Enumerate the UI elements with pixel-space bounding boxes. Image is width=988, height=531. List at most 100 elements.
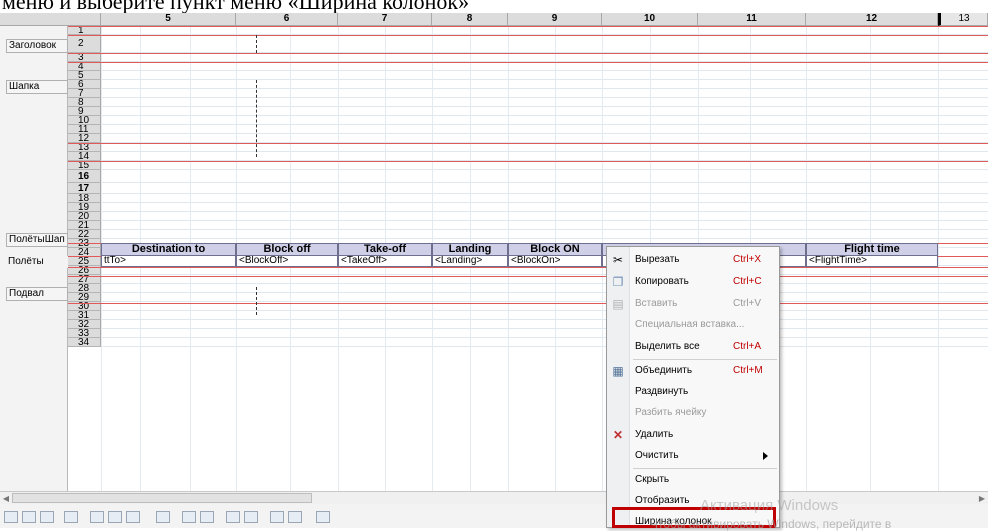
column-marker [256,35,257,53]
grid-line [101,151,988,152]
cell-take-off-value[interactable]: <TakeOff> [338,256,432,267]
row-header[interactable]: 5 [68,71,101,81]
cell-block-off-value[interactable]: <BlockOff> [236,256,338,267]
grid-icon[interactable] [90,511,104,523]
cell-destination-to-header[interactable]: Destination to [101,243,236,256]
grid-line [101,310,988,311]
grid-line [101,79,988,80]
copy-icon[interactable] [108,511,122,523]
grid-line [101,133,988,134]
column-header[interactable]: 12 [806,13,938,26]
section-boundary-line [68,161,988,162]
row-header[interactable]: 6 [68,80,101,90]
cell-block-off-header[interactable]: Block off [236,243,338,256]
document-caption: меню и выберите пункт меню «Ширина колон… [2,0,470,13]
column-marker [256,80,257,157]
row-header[interactable]: 15 [68,161,101,171]
column-header[interactable]: 5 [101,13,236,26]
group-label-zagolovok[interactable]: Заголовок [6,39,68,53]
zoom-icon[interactable] [4,511,18,523]
section-boundary-line [68,303,988,304]
cell-landing-header[interactable]: Landing [432,243,508,256]
insert-row-icon[interactable] [182,511,196,523]
row-header[interactable]: 1 [68,26,101,36]
grid-line [101,70,988,71]
menu-item-delete[interactable]: ✕ Удалить [607,424,779,446]
menu-item-unmerge[interactable]: Раздвинуть [607,381,779,403]
grid-line [101,182,988,183]
context-menu: ✂ Вырезать Ctrl+X ❐ Копировать Ctrl+C ▤ … [606,246,780,528]
section-boundary-line [68,53,988,54]
cell-block-on-header[interactable]: Block ON [508,243,602,256]
group-label-shapka[interactable]: Шапка [6,80,68,94]
menu-item-merge[interactable]: ▦ Объединить Ctrl+M [607,360,779,382]
grid-line [101,97,988,98]
row-header[interactable]: 2 [68,35,101,53]
grid-line [101,124,988,125]
cell-block-on-value[interactable]: <BlockOn> [508,256,602,267]
grid-line [101,115,988,116]
grid-line [101,229,988,230]
row-header[interactable]: 3 [68,53,101,63]
scrollbar-thumb[interactable] [12,493,312,503]
row-header[interactable]: 8 [68,98,101,108]
table-properties-icon[interactable] [270,511,284,523]
column-header[interactable]: 7 [338,13,432,26]
menu-item-cut[interactable]: ✂ Вырезать Ctrl+X [607,249,779,271]
menu-item-select-all[interactable]: Выделить все Ctrl+A [607,336,779,358]
menu-item-split-cell[interactable]: Разбить ячейку [607,402,779,424]
column-header[interactable]: 8 [432,13,508,26]
cell-flight-time-value[interactable]: <FlightTime> [806,256,938,267]
group-label-podval[interactable]: Подвал [6,287,68,301]
grid-line [101,169,988,170]
menu-item-clear[interactable]: Очистить [607,445,779,467]
cell-take-off-header[interactable]: Take-off [338,243,432,256]
sheet-corner[interactable] [0,13,101,26]
menu-item-hide[interactable]: Скрыть [607,469,779,491]
column-header[interactable]: 10 [602,13,698,26]
zoom-out-icon[interactable] [40,511,54,523]
spreadsheet[interactable]: 5 6 7 8 9 10 11 12 13 1 2 3 4 5 6 7 8 9 10 11 12 13 14 15 16 17 1… [0,13,988,491]
text-icon[interactable] [64,511,78,523]
format-icon[interactable] [316,511,330,523]
cell-dest-to-value[interactable]: ttTo> [101,256,236,267]
grid-line [101,211,988,212]
column-header[interactable]: 13 [938,13,988,26]
split-icon[interactable] [244,511,258,523]
delete-row-icon[interactable] [200,511,214,523]
paste-icon: ▤ [612,297,624,311]
table-icon[interactable] [156,511,170,523]
column-header[interactable]: 9 [508,13,602,26]
grid-line [101,319,988,320]
row-header[interactable]: 7 [68,89,101,99]
grid-line [101,346,988,347]
horizontal-scrollbar[interactable]: ◀ ▶ [0,491,988,505]
grid-line [101,106,988,107]
merge-icon[interactable] [226,511,240,523]
activation-watermark-title: Активация Windows [700,497,839,514]
row-header[interactable]: 34 [68,338,101,348]
column-header[interactable]: 11 [698,13,806,26]
section-boundary-line [68,143,988,144]
grid-line [101,292,988,293]
menu-item-paste-special[interactable]: Специальная вставка... [607,314,779,336]
grid-line [101,274,988,275]
zoom-in-icon[interactable] [22,511,36,523]
cell-landing-value[interactable]: <Landing> [432,256,508,267]
column-header[interactable]: 6 [236,13,338,26]
submenu-arrow-icon [763,452,768,460]
group-label-polety[interactable]: Полёты [0,256,68,268]
grid-line [101,238,988,239]
menu-item-paste[interactable]: ▤ Вставить Ctrl+V [607,293,779,315]
grid-line [101,301,988,302]
table-layout-icon[interactable] [288,511,302,523]
merge-cells-icon: ▦ [612,364,624,378]
cell-flight-time-header[interactable]: Flight time [806,243,938,256]
paste-icon[interactable] [126,511,140,523]
grid-line [101,193,988,194]
menu-item-copy[interactable]: ❐ Копировать Ctrl+C [607,271,779,293]
group-label-polety-shapka[interactable]: ПолётыШап [6,233,68,247]
row-header[interactable]: 16 [68,170,101,183]
row-header[interactable]: 4 [68,62,101,72]
section-boundary-line [68,276,988,277]
